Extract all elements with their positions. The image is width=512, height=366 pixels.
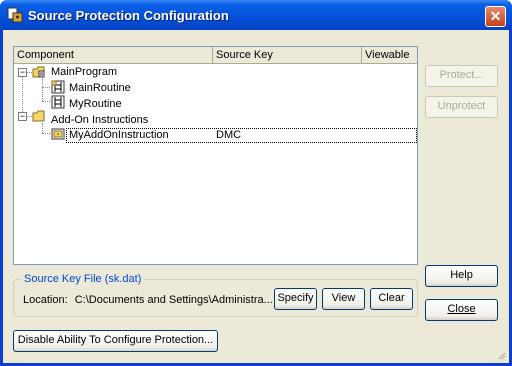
collapse-addon-toggle[interactable]: − bbox=[18, 112, 27, 121]
clear-button-label: Clear bbox=[378, 292, 405, 304]
title-bar[interactable]: Source Protection Configuration ✕ bbox=[0, 0, 512, 30]
collapse-mainprogram-toggle[interactable]: − bbox=[18, 68, 27, 77]
specify-button-label: Specify bbox=[277, 292, 314, 304]
column-header-component[interactable]: Component bbox=[14, 47, 213, 64]
source-key-file-group-label: Source Key File (sk.dat) bbox=[21, 273, 145, 285]
source-protection-icon bbox=[7, 7, 23, 23]
dialog-window: Source Protection Configuration ✕ Compon… bbox=[0, 0, 512, 366]
protect-button-label: Protect... bbox=[439, 69, 484, 81]
column-header-source-key[interactable]: Source Key bbox=[213, 47, 362, 64]
location-row: Location: C:\Documents and Settings\Admi… bbox=[23, 294, 273, 306]
disable-configure-protection-button[interactable]: Disable Ability To Configure Protection.… bbox=[13, 330, 218, 352]
tree-row-myroutine[interactable]: MyRoutine bbox=[69, 97, 122, 113]
help-button[interactable]: Help bbox=[425, 265, 498, 287]
close-button[interactable]: Close bbox=[425, 299, 498, 321]
view-button-label: View bbox=[331, 292, 356, 304]
close-button-label: Close bbox=[447, 303, 476, 315]
tree-item-label-myaddoninstruction: MyAddOnInstruction bbox=[69, 128, 169, 144]
protect-button[interactable]: Protect... bbox=[425, 65, 498, 87]
column-header-viewable[interactable]: Viewable bbox=[362, 47, 417, 64]
program-folder-icon bbox=[32, 66, 45, 78]
resize-grip-icon[interactable] bbox=[496, 350, 506, 360]
view-button[interactable]: View bbox=[322, 288, 365, 310]
close-icon: ✕ bbox=[489, 8, 502, 24]
dialog-client-area: Component Source Key Viewable − MainProg… bbox=[3, 30, 509, 363]
close-window-button[interactable]: ✕ bbox=[485, 6, 506, 27]
source-key-value: DMC bbox=[216, 129, 242, 141]
clear-button[interactable]: Clear bbox=[370, 288, 413, 310]
tree-item-label: Add-On Instructions bbox=[51, 114, 149, 126]
unprotect-button-label: Unprotect bbox=[437, 100, 486, 112]
specify-button[interactable]: Specify bbox=[274, 288, 317, 310]
help-button-label: Help bbox=[450, 269, 473, 281]
tree-item-source-key: DMC bbox=[216, 128, 241, 144]
tree-row-mainprogram[interactable]: MainProgram bbox=[51, 65, 117, 81]
ladder-routine-icon bbox=[51, 95, 65, 109]
tree-item-label: MyAddOnInstruction bbox=[69, 129, 169, 141]
tree-item-label: MainRoutine bbox=[69, 82, 131, 94]
ladder-routine-icon bbox=[51, 80, 65, 94]
tree-item-label: MainProgram bbox=[51, 66, 118, 78]
tree-row-addon-instructions[interactable]: Add-On Instructions bbox=[51, 113, 148, 129]
location-label: Location: bbox=[23, 294, 68, 306]
disable-button-label: Disable Ability To Configure Protection.… bbox=[17, 334, 214, 346]
tree-item-label: MyRoutine bbox=[69, 98, 122, 110]
folder-icon bbox=[32, 110, 45, 122]
tree-row-mainroutine[interactable]: MainRoutine bbox=[69, 81, 131, 97]
location-value: C:\Documents and Settings\Administra... bbox=[74, 294, 273, 306]
component-tree[interactable]: Component Source Key Viewable − MainProg… bbox=[13, 46, 418, 265]
add-on-instruction-icon bbox=[51, 128, 65, 140]
unprotect-button[interactable]: Unprotect bbox=[425, 96, 498, 118]
window-title: Source Protection Configuration bbox=[28, 8, 229, 23]
